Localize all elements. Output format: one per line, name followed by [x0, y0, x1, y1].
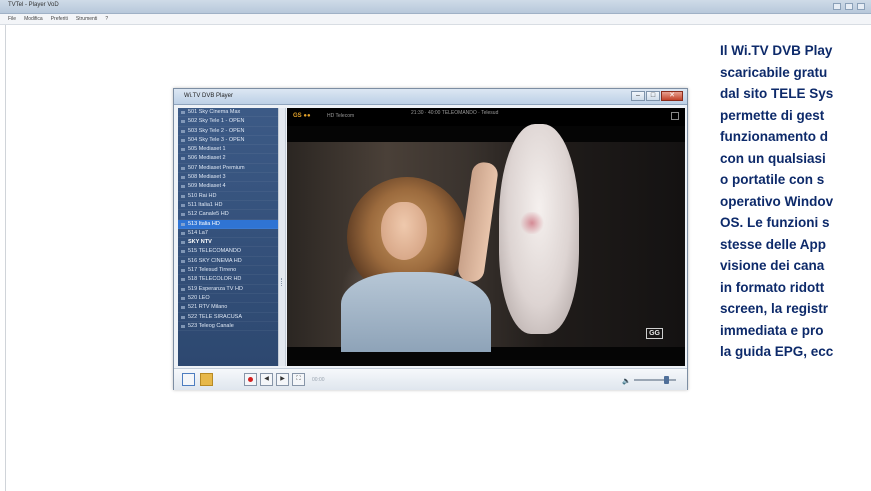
- menu-file[interactable]: File: [8, 16, 16, 22]
- channel-list-item[interactable]: 517 Telesud Tirreno: [178, 266, 278, 276]
- menu-help[interactable]: ?: [105, 16, 108, 22]
- player-title: Wi.TV DVB Player: [184, 93, 234, 99]
- channel-list-item[interactable]: 509 Mediaset 4: [178, 182, 278, 192]
- player-maximize-button[interactable]: □: [646, 91, 660, 101]
- article-caption: Il Wi.TV DVB Play scaricabile gratu dal si…: [720, 40, 871, 363]
- broadcaster-watermark: GG: [646, 328, 663, 339]
- channel-list-item[interactable]: 513 Italia HD: [178, 219, 278, 229]
- outer-window-controls: [833, 3, 865, 10]
- channel-list[interactable]: 501 Sky Cinema Max 502 Sky Tele 1 - OPEN 5…: [178, 108, 278, 366]
- caption-line: dal sito TELE Sys: [720, 86, 834, 101]
- menu-favorites[interactable]: Preferiti: [51, 16, 68, 22]
- menu-edit[interactable]: Modifica: [24, 16, 43, 22]
- player-titlebar: Wi.TV DVB Player – □ ✕: [174, 89, 687, 105]
- splitter-grip-icon[interactable]: [281, 278, 284, 286]
- channel-list-item[interactable]: 521 RTV Milano: [178, 303, 278, 313]
- open-folder-button[interactable]: [200, 373, 213, 386]
- outer-menubar: File Modifica Preferiti Strumenti ?: [0, 14, 871, 25]
- channel-list-item[interactable]: 523 Teleog Canale: [178, 322, 278, 332]
- player-toolbar: ◀ ▶ ⛶ 00:00 🔈: [174, 368, 687, 390]
- caption-line: stesse delle App: [720, 236, 827, 252]
- caption-line: scaricabile gratu: [720, 64, 828, 80]
- outer-window-title: TVTel - Player VoD: [8, 2, 59, 8]
- channel-list-item[interactable]: 505 Mediaset 1: [178, 145, 278, 155]
- channel-list-item[interactable]: 519 Esperanza TV HD: [178, 285, 278, 294]
- channel-list-item[interactable]: 501 Sky Cinema Max: [178, 108, 278, 118]
- osd-info: HD Telecom: [327, 113, 355, 119]
- fullscreen-button[interactable]: ⛶: [292, 373, 305, 386]
- osd-program: 21:30 · 40:00 TELEOMANDO · Telesud: [411, 110, 499, 116]
- menu-tools[interactable]: Strumenti: [76, 16, 97, 22]
- channel-list-item[interactable]: 507 Mediaset Premium: [178, 164, 278, 174]
- channel-list-item[interactable]: 510 Rai HD: [178, 192, 278, 201]
- channel-list-item[interactable]: 508 Mediaset 3: [178, 173, 278, 183]
- caption-line: in formato ridott: [720, 279, 825, 295]
- channel-list-item[interactable]: 518 TELECOLOR HD: [178, 275, 278, 285]
- outer-titlebar: TVTel - Player VoD: [0, 0, 871, 14]
- channel-list-item[interactable]: 506 Mediaset 2: [178, 154, 278, 164]
- caption-line: la guida EPG, ecc: [720, 344, 834, 359]
- volume-slider[interactable]: [634, 376, 676, 384]
- channel-list-toggle-button[interactable]: [182, 373, 195, 386]
- channel-list-item[interactable]: 504 Sky Tele 3 - OPEN: [178, 136, 278, 146]
- caption-line: permette di gest: [720, 107, 825, 123]
- channel-list-item[interactable]: 516 SKY CINEMA HD: [178, 257, 278, 267]
- caption-line: o portatile con s: [720, 172, 825, 187]
- channel-list-item[interactable]: 514 La7: [178, 229, 278, 239]
- channel-group-header[interactable]: SKY NTV: [178, 238, 278, 248]
- outer-close-button[interactable]: [857, 3, 865, 10]
- caption-line: funzionamento d: [720, 129, 828, 144]
- caption-line: operativo Windov: [720, 193, 834, 209]
- channel-list-item[interactable]: 511 Italia1 HD: [178, 201, 278, 211]
- caption-line: OS. Le funzioni s: [720, 215, 830, 230]
- channel-list-item[interactable]: 520 LEO: [178, 294, 278, 304]
- player-close-button[interactable]: ✕: [661, 91, 683, 101]
- next-channel-button[interactable]: ▶: [276, 373, 289, 386]
- channel-list-item[interactable]: 522 TELE SIRACUSA: [178, 313, 278, 322]
- channel-list-item[interactable]: 502 Sky Tele 1 - OPEN: [178, 117, 278, 127]
- channel-list-item[interactable]: 503 Sky Tele 2 - OPEN: [178, 127, 278, 136]
- osd-bar: GS ●● HD Telecom 21:30 · 40:00 TELEOMAND…: [287, 108, 685, 126]
- volume-slider-knob[interactable]: [663, 376, 669, 384]
- caption-line: visione dei cana: [720, 258, 825, 273]
- player-minimize-button[interactable]: –: [631, 91, 645, 101]
- video-area[interactable]: GS ●● HD Telecom 21:30 · 40:00 TELEOMAND…: [287, 108, 685, 366]
- volume-icon[interactable]: 🔈: [622, 377, 631, 385]
- video-scene-face: [381, 202, 427, 260]
- player-window-controls: – □ ✕: [631, 91, 683, 101]
- playback-time: 00:00: [312, 377, 325, 383]
- caption-line: immediata e pro: [720, 322, 824, 338]
- panel-splitter[interactable]: [278, 108, 286, 366]
- outer-maximize-button[interactable]: [845, 3, 853, 10]
- record-button[interactable]: [244, 373, 257, 386]
- video-frame: [287, 124, 685, 352]
- caption-line: Il Wi.TV DVB Play: [720, 43, 833, 58]
- channel-list-item[interactable]: 512 Canale5 HD: [178, 210, 278, 220]
- channel-list-item[interactable]: 515 TELECOMANDO: [178, 247, 278, 257]
- video-scene-bear-mark: [519, 212, 545, 234]
- caption-line: screen, la registr: [720, 301, 829, 316]
- video-scene-body: [341, 272, 491, 352]
- osd-settings-icon[interactable]: [671, 112, 679, 120]
- outer-window-border: [0, 25, 6, 491]
- outer-minimize-button[interactable]: [833, 3, 841, 10]
- osd-channel-logo: GS ●●: [293, 113, 311, 119]
- caption-line: con un qualsiasi: [720, 150, 826, 166]
- player-window: Wi.TV DVB Player – □ ✕ 501 Sky Cinema Ma…: [173, 88, 688, 390]
- previous-channel-button[interactable]: ◀: [260, 373, 273, 386]
